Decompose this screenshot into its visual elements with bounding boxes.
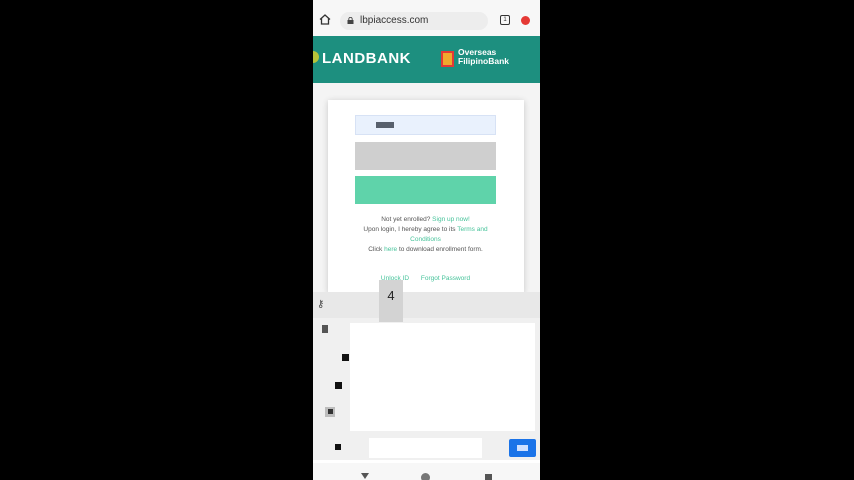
- menu-icon[interactable]: [521, 16, 530, 25]
- keyboard-key[interactable]: [335, 382, 342, 389]
- keyboard-key[interactable]: [335, 444, 341, 450]
- landbank-logo-icon: [313, 51, 319, 63]
- partner-line-2: FilipinoBank: [458, 56, 509, 66]
- browser-toolbar: lbpiaccess.com 1: [313, 0, 540, 36]
- address-bar[interactable]: lbpiaccess.com: [340, 12, 488, 30]
- android-nav-bar: [313, 463, 540, 480]
- recents-icon[interactable]: [485, 474, 492, 480]
- partner-brand: Overseas FilipinoBank: [458, 48, 509, 66]
- key-preview-label: 4: [387, 288, 395, 303]
- sign-up-link[interactable]: Sign up now!: [432, 216, 470, 223]
- phone-screen: lbpiaccess.com 1 LANDBANK Overseas Filip…: [313, 0, 540, 480]
- enter-key[interactable]: [509, 439, 536, 457]
- login-button[interactable]: [355, 176, 496, 204]
- tabs-icon[interactable]: 1: [500, 15, 510, 25]
- enter-icon: [517, 445, 528, 451]
- download-text: to download enrollment form.: [398, 246, 483, 253]
- brand-header: LANDBANK Overseas FilipinoBank: [313, 36, 540, 83]
- terms-link-2[interactable]: Conditions: [410, 236, 441, 243]
- brand-title: LANDBANK: [322, 50, 411, 67]
- user-id-masked-value: [376, 122, 394, 128]
- forgot-password-link[interactable]: Forgot Password: [421, 275, 470, 282]
- keyboard-key-glyph: [328, 409, 333, 414]
- key-icon[interactable]: ⚷: [317, 299, 324, 310]
- enroll-line: Not yet enrolled? Sign up now!: [355, 215, 496, 225]
- terms-line: Upon login, I hereby agree to its Terms …: [355, 225, 496, 245]
- space-bar[interactable]: [369, 438, 482, 458]
- url-text: lbpiaccess.com: [360, 15, 429, 26]
- click-text: Click: [368, 246, 383, 253]
- autofill-strip: ⚷: [313, 292, 540, 318]
- back-icon[interactable]: [361, 473, 369, 479]
- lock-icon: [347, 17, 354, 24]
- ofb-logo-icon: [441, 51, 454, 67]
- password-input[interactable]: [355, 142, 496, 170]
- user-id-input[interactable]: [355, 115, 496, 135]
- agree-text: Upon login, I hereby agree to its: [363, 226, 456, 233]
- key-preview: 4: [379, 280, 403, 322]
- nav-home-icon[interactable]: [421, 473, 430, 480]
- here-link[interactable]: here: [384, 246, 397, 253]
- account-links: Unlock ID Forgot Password: [355, 275, 496, 282]
- download-line: Click here to download enrollment form.: [355, 245, 496, 255]
- keyboard-overlay: [350, 323, 535, 431]
- keyboard-key[interactable]: [342, 354, 349, 361]
- home-icon[interactable]: [319, 14, 331, 25]
- clipboard-icon[interactable]: [322, 325, 328, 333]
- not-enrolled-text: Not yet enrolled?: [381, 216, 431, 223]
- terms-link-1[interactable]: Terms and: [457, 226, 487, 233]
